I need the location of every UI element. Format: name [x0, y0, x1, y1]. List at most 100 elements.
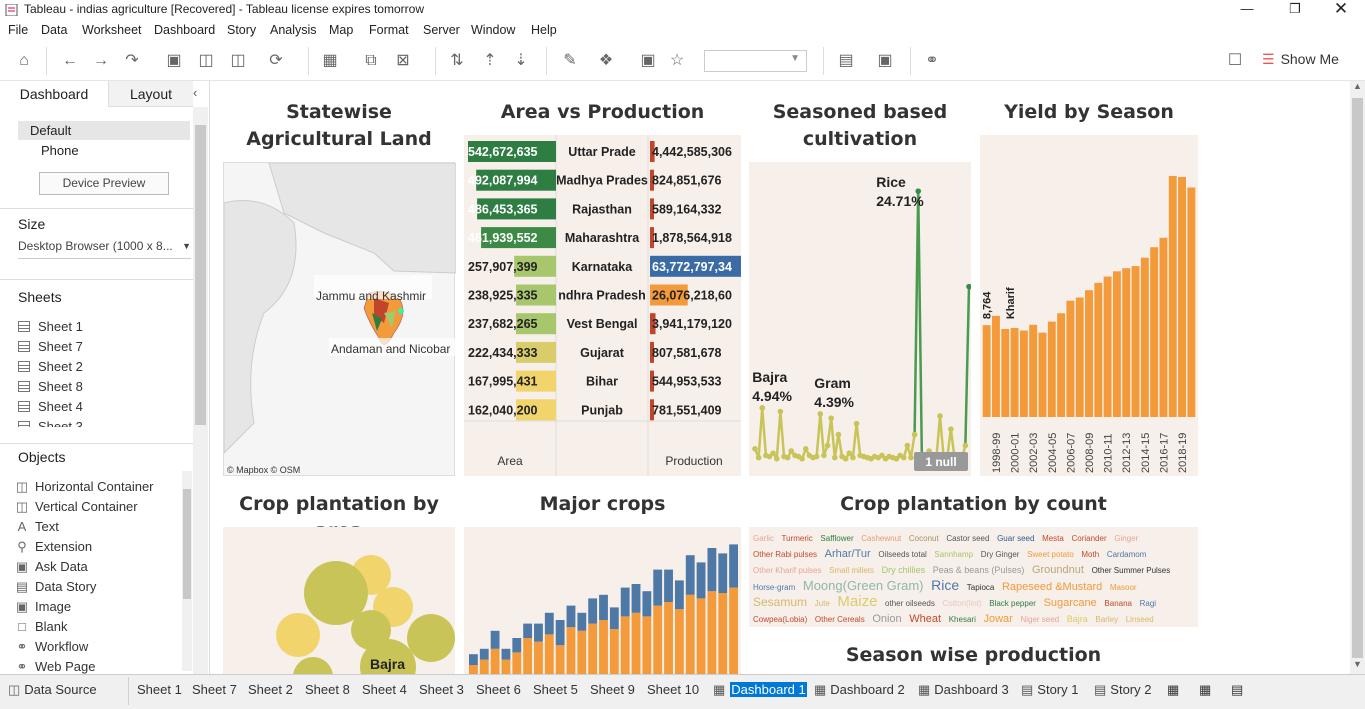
tab-sheet[interactable]: Sheet 2: [248, 682, 293, 697]
toolbar: ⌂ ← → ↷ ▣ ◫ ◫ ⟳ ▦ ⧉ ⊠ ⇅ ⇡ ⇣ ✎ ❖ ▣ ☆ ▼ ▤ …: [0, 41, 1365, 81]
canvas-scrollbar[interactable]: ▲ ▼: [1350, 81, 1365, 674]
menu-analysis[interactable]: Analysis: [270, 23, 317, 37]
object-web-page[interactable]: ⚭ Web Page: [15, 659, 96, 675]
tab-story[interactable]: ▤ Story 1: [1021, 682, 1078, 698]
production-value: 781,551,409: [652, 403, 722, 417]
tab-sheet[interactable]: Sheet 1: [137, 682, 182, 697]
new-dashboard-tab-icon[interactable]: ▦: [1199, 682, 1211, 698]
tab-sheet[interactable]: Sheet 4: [362, 682, 407, 697]
object-image[interactable]: ▣ Image: [15, 599, 71, 615]
save-icon[interactable]: ▣: [164, 51, 184, 71]
object-data-story[interactable]: ▤ Data Story: [15, 579, 97, 595]
left-pane-scrollbar[interactable]: [193, 107, 208, 674]
device-phone[interactable]: Phone: [41, 143, 79, 158]
show-me-button[interactable]: ☰ Show Me: [1262, 51, 1339, 68]
sheet-item[interactable]: Sheet 2: [18, 359, 83, 374]
crop-count-wordcloud[interactable]: Garlic Turmeric Safflower Cashewnut Coco…: [749, 527, 1198, 627]
tab-dashboard[interactable]: Dashboard: [0, 81, 108, 107]
tab-dashboard-active[interactable]: ▦ Dashboard 1: [712, 682, 807, 698]
wordcloud-word: Castor seed: [946, 534, 990, 543]
size-dropdown[interactable]: Desktop Browser (1000 x 8... ▼: [18, 239, 191, 259]
object-vertical-container[interactable]: ◫ Vertical Container: [15, 499, 138, 515]
swap-icon[interactable]: ⇅: [447, 51, 467, 71]
new-datasource-icon[interactable]: ◫: [196, 51, 216, 71]
object-text[interactable]: A Text: [15, 519, 59, 534]
map-panel[interactable]: Jammu and Kashmir Andaman and Nicobar © …: [223, 162, 457, 476]
sheet-item[interactable]: Sheet 4: [18, 399, 83, 414]
crop-area-panel[interactable]: Bajra: [223, 527, 455, 674]
menu-format[interactable]: Format: [369, 23, 409, 37]
sort-desc-icon[interactable]: ⇣: [511, 51, 531, 71]
pin-toolbar-icon[interactable]: ☐: [1225, 51, 1245, 71]
tab-layout[interactable]: Layout: [108, 81, 193, 107]
wordcloud-word: Linseed: [1125, 615, 1154, 624]
sheet-item[interactable]: Sheet 7: [18, 339, 83, 354]
tab-sheet[interactable]: Sheet 6: [476, 682, 521, 697]
pin-icon[interactable]: ☆: [667, 51, 687, 71]
device-preview-button[interactable]: Device Preview: [39, 172, 169, 195]
redo-icon[interactable]: →: [91, 51, 111, 71]
close-button[interactable]: ✕: [1318, 0, 1364, 20]
tab-sheet[interactable]: Sheet 9: [590, 682, 635, 697]
menu-window[interactable]: Window: [471, 23, 515, 37]
menu-story[interactable]: Story: [227, 23, 256, 37]
object-ask-data[interactable]: ▣ Ask Data: [15, 559, 88, 575]
sheet-item[interactable]: Sheet 1: [18, 319, 83, 334]
seasoned-panel[interactable]: Bajra 4.94% Gram 4.39% Rice 24.71% 1 null: [749, 162, 972, 476]
share-icon[interactable]: ⚭: [922, 51, 942, 71]
globe-icon: ⚭: [16, 659, 28, 674]
presentation-icon[interactable]: ▣: [875, 51, 895, 71]
sort-asc-icon[interactable]: ⇡: [480, 51, 500, 71]
replay-icon[interactable]: ↷: [122, 51, 142, 71]
sheet-item[interactable]: Sheet 3: [18, 419, 83, 427]
tab-sheet[interactable]: Sheet 8: [305, 682, 350, 697]
menu-data[interactable]: Data: [41, 23, 67, 37]
major-crops-panel[interactable]: [464, 527, 741, 674]
new-story-tab-icon[interactable]: ▤: [1231, 682, 1243, 698]
sheet-item[interactable]: Sheet 8: [18, 379, 83, 394]
wordcloud-word: Jowar: [983, 613, 1013, 625]
object-horizontal-container[interactable]: ◫ Horizontal Container: [15, 479, 154, 495]
object-extension[interactable]: ⚲ Extension: [15, 539, 92, 555]
object-workflow[interactable]: ⚭ Workflow: [15, 639, 89, 655]
tab-sheet[interactable]: Sheet 10: [647, 682, 699, 697]
pause-updates-icon[interactable]: ◫: [228, 51, 248, 71]
restore-button[interactable]: ❐: [1272, 0, 1318, 20]
tab-sheet[interactable]: Sheet 5: [533, 682, 578, 697]
major-crop-bar-segment: [544, 612, 554, 635]
major-crop-bar-segment: [609, 629, 619, 674]
data-source-tab[interactable]: ◫ Data Source: [8, 682, 97, 698]
yield-bar: [1187, 187, 1196, 417]
fit-dropdown[interactable]: ▼: [704, 50, 807, 72]
device-default[interactable]: Default: [18, 121, 190, 140]
yield-panel[interactable]: 1998-99 2000-01 2002-03 2004-05 2006-07 2008-…: [980, 135, 1198, 476]
menu-worksheet[interactable]: Worksheet: [82, 23, 142, 37]
menu-server[interactable]: Server: [423, 23, 460, 37]
undo-icon[interactable]: ←: [60, 51, 80, 71]
menu-dashboard[interactable]: Dashboard: [154, 23, 215, 37]
tab-dashboard[interactable]: ▦ Dashboard 2: [814, 682, 905, 698]
tab-sheet[interactable]: Sheet 3: [419, 682, 464, 697]
new-worksheet-tab-icon[interactable]: ▦: [1167, 682, 1179, 698]
objects-scrollbar[interactable]: [182, 471, 192, 671]
home-icon[interactable]: ⌂: [14, 51, 34, 71]
new-worksheet-icon[interactable]: ▦: [320, 51, 340, 71]
label-icon[interactable]: ▣: [638, 51, 658, 71]
menu-map[interactable]: Map: [329, 23, 353, 37]
object-blank[interactable]: □ Blank: [15, 619, 67, 634]
attach-icon[interactable]: ❖: [596, 51, 616, 71]
minimize-button[interactable]: —: [1224, 0, 1270, 20]
refresh-icon[interactable]: ⟳: [266, 51, 286, 71]
show-cards-icon[interactable]: ▤: [836, 51, 856, 71]
menu-help[interactable]: Help: [531, 23, 557, 37]
menu-file[interactable]: File: [8, 23, 28, 37]
clear-sheet-icon[interactable]: ⊠: [393, 51, 413, 71]
duplicate-icon[interactable]: ⧉: [361, 51, 381, 71]
tab-story[interactable]: ▤ Story 2: [1094, 682, 1151, 698]
highlight-icon[interactable]: ✎: [560, 51, 580, 71]
area-production-panel[interactable]: 542,672,635 Uttar Prade 4,442,585,306 492,0…: [464, 135, 742, 476]
collapse-icon[interactable]: ‹: [193, 85, 197, 100]
major-crop-bar-segment: [523, 623, 533, 638]
tab-sheet[interactable]: Sheet 7: [192, 682, 237, 697]
tab-dashboard[interactable]: ▦ Dashboard 3: [918, 682, 1009, 698]
